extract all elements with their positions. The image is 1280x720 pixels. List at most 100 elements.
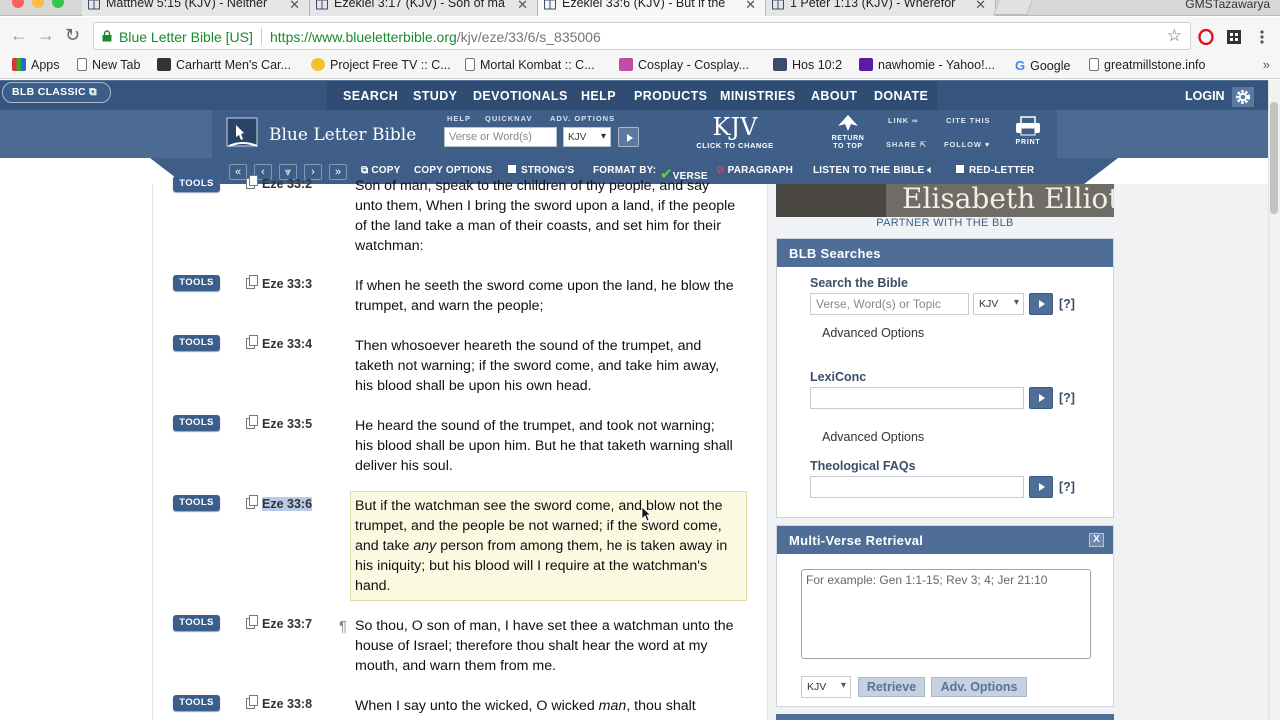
version-title[interactable]: KJV [680,114,790,140]
nav-ministries[interactable]: MINISTRIES [720,89,796,103]
reload-icon[interactable]: ↻ [65,25,80,45]
nav-products[interactable]: PRODUCTS [634,89,707,103]
scrollbar-thumb[interactable] [1270,102,1278,214]
nav-study[interactable]: STUDY [413,89,457,103]
faq-help-link[interactable]: [?] [1059,480,1075,494]
lexiconc-input[interactable] [810,387,1024,409]
share-button[interactable]: SHARE ⇱ [886,140,927,149]
close-tab-icon[interactable]: ✕ [517,0,528,11]
bookmark-cosplay[interactable]: Cosplay - Cosplay... [619,58,749,72]
address-bar[interactable]: Blue Letter Bible [US] https://www.bluel… [93,22,1191,50]
quicknav-input[interactable]: Verse or Word(s) [444,127,557,147]
bookmark-new-tab[interactable]: New Tab [77,58,140,72]
bookmark-carhartt[interactable]: Carhartt Men's Car... [157,58,291,72]
nav-search[interactable]: SEARCH [343,89,398,103]
verse-reference[interactable]: Eze 33:3 [262,277,312,291]
close-tab-icon[interactable]: ✕ [975,0,986,11]
nav-about[interactable]: ABOUT [811,89,857,103]
browser-tab[interactable]: Ezekiel 3:17 (KJV) - Son of ma ✕ [310,0,538,16]
quicknav-go-button[interactable] [618,127,639,147]
multi-verse-textarea[interactable]: For example: Gen 1:1-15; Rev 3; 4; Jer 2… [801,569,1091,659]
lexiconc-advanced-options-link[interactable]: Advanced Options [822,430,924,444]
print-button[interactable]: PRINT [1011,116,1045,146]
search-bible-go-button[interactable] [1029,293,1053,315]
retrieve-button[interactable]: Retrieve [858,677,925,697]
faq-input[interactable] [810,476,1024,498]
close-tab-icon[interactable]: ✕ [745,0,756,11]
copy-verse-icon[interactable] [246,615,258,629]
bookmark-google[interactable]: G Google [1015,58,1070,73]
login-link[interactable]: LOGIN [1185,89,1225,103]
blb-classic-button[interactable]: BLB CLASSIC ⧉ [2,82,111,103]
verse-reference-selected[interactable]: Eze 33:6 [262,497,313,511]
copy-verse-icon[interactable] [246,495,258,509]
adv-options-button[interactable]: Adv. Options [931,677,1027,697]
printer-icon [1016,116,1040,136]
bookmark-greatmillstone[interactable]: greatmillstone.info [1089,58,1205,72]
close-panel-button[interactable]: X [1089,533,1104,547]
gear-icon[interactable] [1232,87,1254,107]
lexiconc-help-link[interactable]: [?] [1059,391,1075,405]
profile-name[interactable]: GMSTazawarya [1185,0,1270,11]
chevron-down-icon: ▾ [600,131,606,142]
copy-verse-icon[interactable] [246,335,258,349]
multi-verse-version-select[interactable]: KJV [801,676,851,698]
verse-reference[interactable]: Eze 33:7 [262,617,312,631]
nav-help[interactable]: HELP [581,89,616,103]
window-zoom-button[interactable] [52,0,64,8]
bookmark-star-icon[interactable]: ☆ [1167,26,1182,46]
verse-reference[interactable]: Eze 33:4 [262,337,312,351]
follow-button[interactable]: FOLLOW ♥ [944,140,990,149]
advanced-options-link[interactable]: Advanced Options [822,326,924,340]
verse-reference[interactable]: Eze 33:8 [262,697,312,711]
tools-button[interactable]: TOOLS [173,615,220,631]
nav-donate[interactable]: DONATE [874,89,928,103]
quicknav-version-select[interactable]: KJV ▾ [563,127,611,147]
copy-verse-icon[interactable] [246,275,258,289]
tools-button[interactable]: TOOLS [173,335,220,351]
more-bookmarks-icon[interactable]: » [1263,57,1270,72]
bookmark-apps[interactable]: Apps [12,58,60,72]
copy-verse-icon[interactable] [246,415,258,429]
window-minimize-button[interactable] [32,0,44,8]
verse-reference[interactable]: Eze 33:5 [262,417,312,431]
help-label[interactable]: HELP [447,114,471,123]
tools-button[interactable]: TOOLS [173,495,220,511]
faq-go-button[interactable] [1029,476,1053,498]
tools-button[interactable]: TOOLS [173,695,220,711]
copy-verse-icon[interactable] [246,695,258,709]
elisabeth-elliot-banner[interactable]: Elisabeth Elliot [776,184,1114,217]
close-tab-icon[interactable]: ✕ [289,0,300,11]
search-bible-input[interactable]: Verse, Word(s) or Topic [810,293,969,315]
cite-this-button[interactable]: CITE THIS [946,116,990,125]
new-tab-button[interactable] [993,0,1033,15]
site-logo-text[interactable]: Blue Letter Bible [269,125,416,145]
browser-tab[interactable]: Matthew 5:15 (KJV) - Neither ✕ [82,0,310,16]
extension-grid-icon[interactable] [1226,29,1242,45]
browser-tab-active[interactable]: Ezekiel 33:6 (KJV) - But if the ✕ [538,0,766,16]
browser-tab[interactable]: 1 Peter 1:13 (KJV) - Wherefor ✕ [766,0,996,16]
return-to-top-button[interactable]: RETURN TO TOP [828,114,868,151]
opera-extension-icon[interactable] [1198,29,1214,45]
lexiconc-go-button[interactable] [1029,387,1053,409]
bookmark-yahoo[interactable]: nawhomie - Yahoo!... [859,58,995,72]
blb-logo-icon[interactable] [224,116,262,152]
search-version-select[interactable]: KJV [973,293,1024,315]
tools-button[interactable]: TOOLS [173,275,220,291]
bookmark-mortal-kombat[interactable]: Mortal Kombat :: C... [465,58,595,72]
url-text[interactable]: https://www.blueletterbible.org/kjv/eze/… [270,29,601,45]
partner-link[interactable]: PARTNER WITH THE BLB [776,217,1114,229]
browser-menu-icon[interactable] [1254,29,1270,45]
back-arrow-icon[interactable]: ← [10,25,28,45]
bookmark-hos[interactable]: Hos 10:2 [773,58,842,72]
window-close-button[interactable] [12,0,24,8]
adv-options-label[interactable]: ADV. OPTIONS [550,114,615,123]
search-help-link[interactable]: [?] [1059,297,1075,311]
click-to-change-label[interactable]: CLICK TO CHANGE [680,141,790,150]
forward-arrow-icon[interactable]: → [37,25,55,45]
page-scrollbar[interactable] [1268,80,1280,720]
link-button[interactable]: LINK ∞ [888,116,918,125]
tools-button[interactable]: TOOLS [173,415,220,431]
nav-devotionals[interactable]: DEVOTIONALS [473,89,568,103]
bookmark-project-free-tv[interactable]: Project Free TV :: C... [311,58,451,72]
